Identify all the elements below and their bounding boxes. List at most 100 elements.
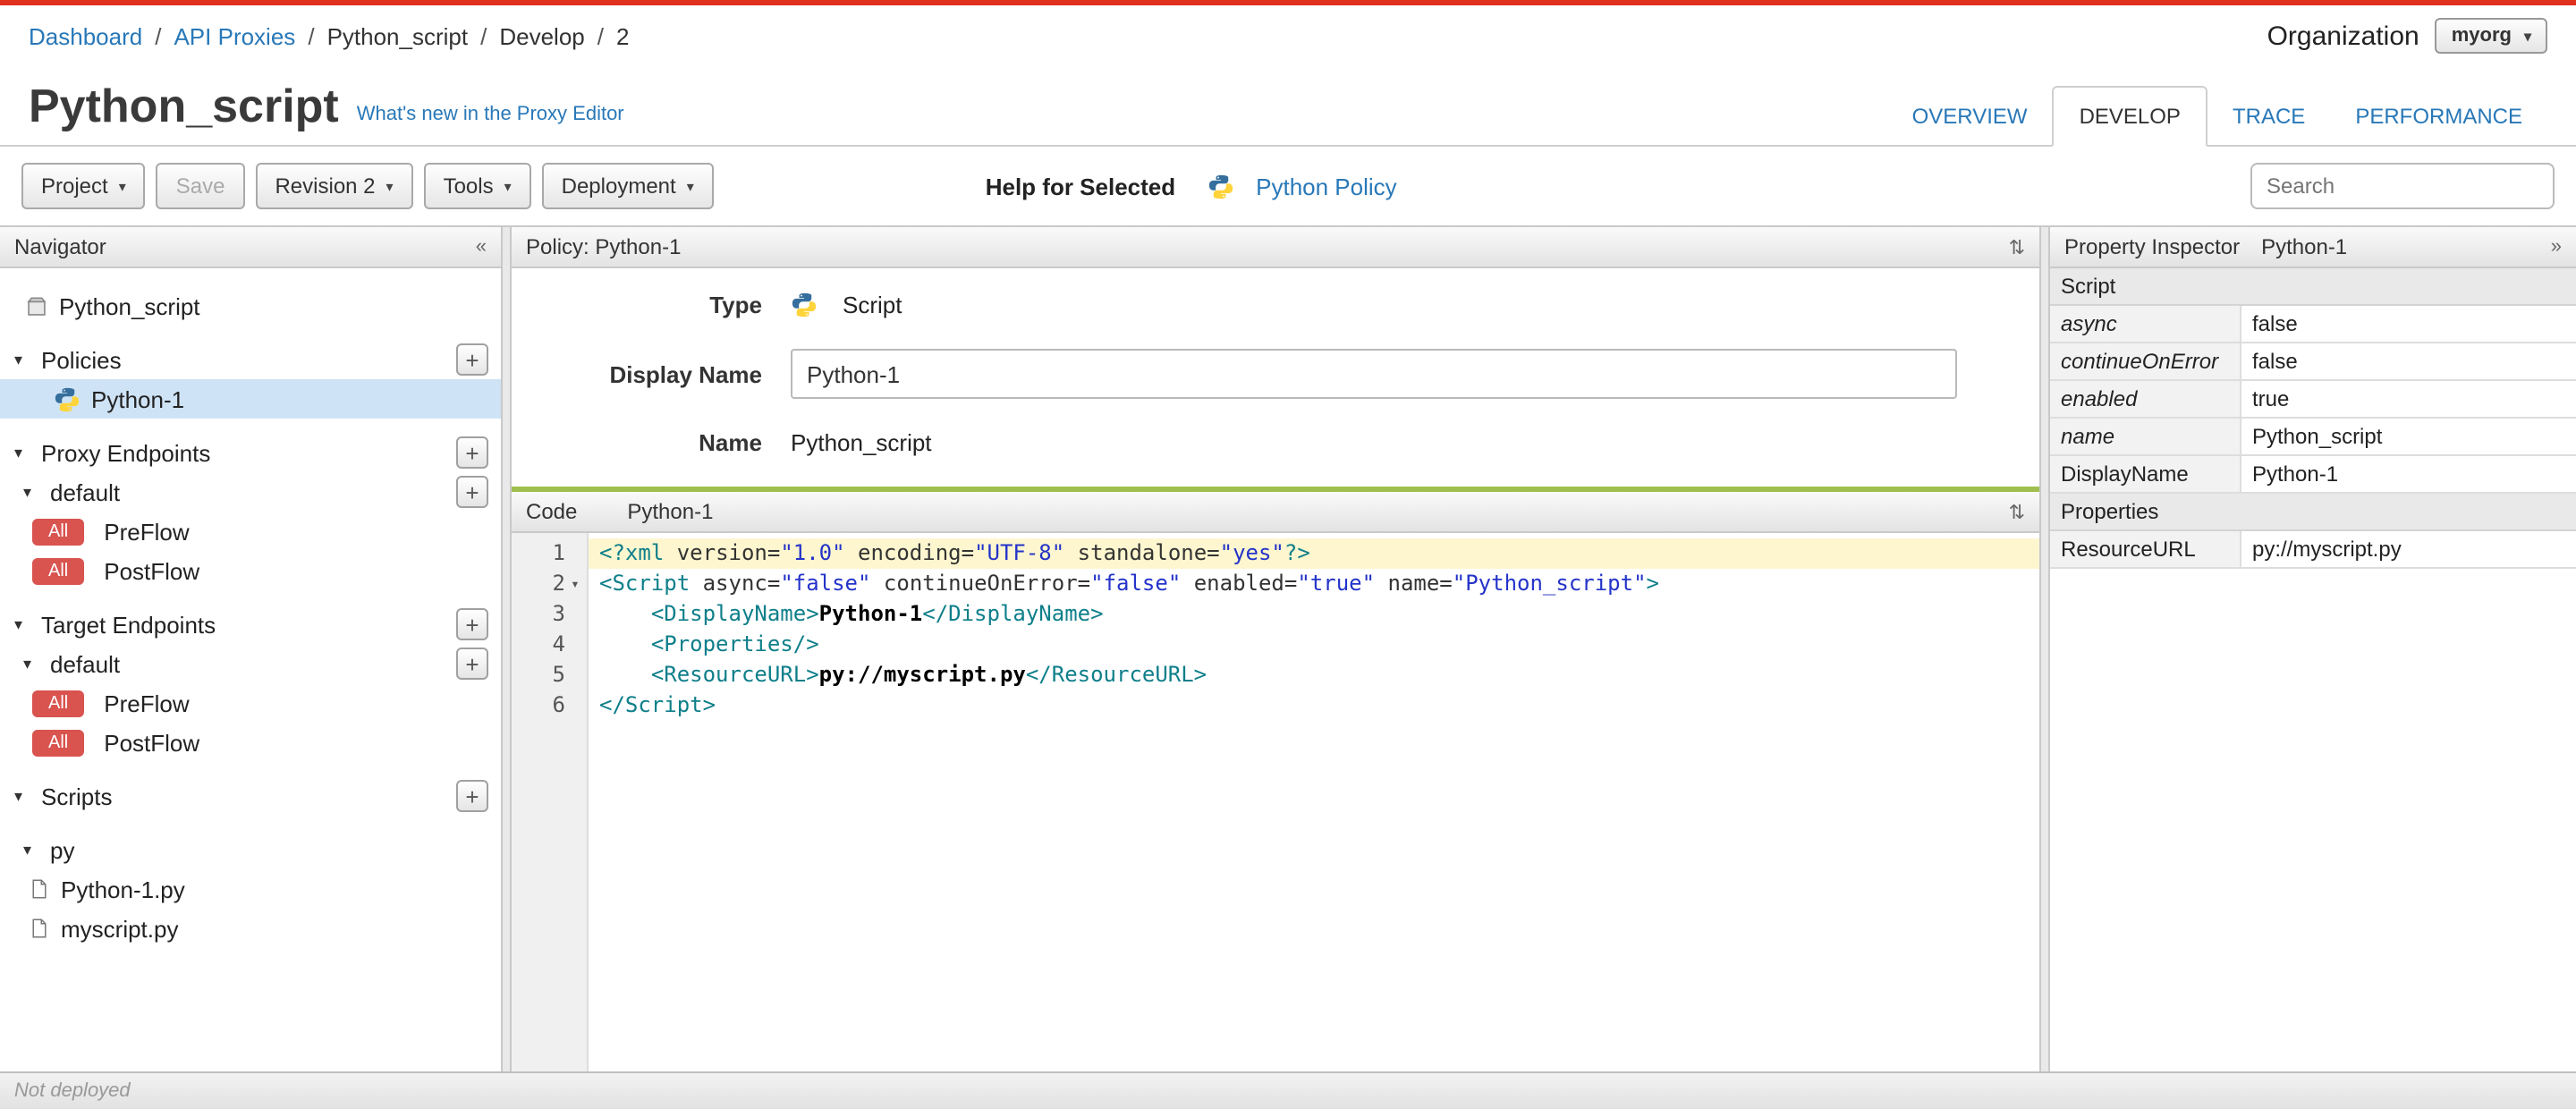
nav-item-postflow[interactable]: All PostFlow bbox=[0, 723, 501, 762]
breadcrumb-item: Develop bbox=[499, 22, 585, 49]
property-value[interactable]: false bbox=[2241, 306, 2576, 342]
code-lines: <?xml version="1.0" encoding="UTF-8" sta… bbox=[589, 533, 2039, 1071]
nav-item-label: PreFlow bbox=[104, 518, 190, 545]
expander-caret-icon[interactable]: ▾ bbox=[14, 443, 32, 462]
inspector-header: Property Inspector Python-1 » bbox=[2050, 227, 2576, 268]
organization-label: Organization bbox=[2267, 21, 2419, 51]
expander-caret-icon[interactable]: ▾ bbox=[23, 840, 41, 859]
expander-caret-icon[interactable]: ▾ bbox=[14, 614, 32, 634]
nav-item-label: PostFlow bbox=[104, 557, 200, 584]
nav-item-postflow[interactable]: All PostFlow bbox=[0, 551, 501, 590]
collapse-right-icon[interactable]: » bbox=[2551, 236, 2562, 258]
nav-item-preflow[interactable]: All PreFlow bbox=[0, 512, 501, 551]
code-gutter: 1 2 ▾ 3 4 5 6 bbox=[512, 533, 589, 1071]
save-button[interactable]: Save bbox=[156, 163, 245, 209]
code-line[interactable]: <Script async="false" continueOnError="f… bbox=[589, 569, 2039, 599]
status-bar: Not deployed bbox=[0, 1071, 2576, 1109]
add-button[interactable]: + bbox=[456, 343, 488, 376]
breadcrumb-item[interactable]: API Proxies bbox=[174, 22, 295, 49]
nav-item-label: Policies bbox=[41, 346, 122, 373]
project-button[interactable]: Project ▾ bbox=[21, 163, 146, 209]
python-icon bbox=[1208, 173, 1234, 199]
flow-condition-badge: All bbox=[32, 729, 85, 756]
add-button[interactable]: + bbox=[456, 648, 488, 680]
code-line[interactable]: <DisplayName>Python-1</DisplayName> bbox=[589, 599, 2039, 630]
organization-box: Organization myorg ▾ bbox=[2267, 18, 2547, 54]
nav-item-python-1[interactable]: Python-1 bbox=[0, 379, 501, 419]
line-number: 6 bbox=[552, 692, 565, 717]
search-input[interactable] bbox=[2250, 163, 2555, 209]
property-value[interactable]: Python_script bbox=[2241, 419, 2576, 454]
policy-editor-pane: Policy: Python-1 ⇅ Type Script Display N… bbox=[512, 227, 2039, 1071]
tab-overview[interactable]: OVERVIEW bbox=[1887, 88, 2053, 145]
inspector-property-row: async false bbox=[2050, 306, 2576, 343]
line-number: 3 bbox=[552, 601, 565, 626]
add-button[interactable]: + bbox=[456, 436, 488, 469]
deployment-status-text: Not deployed bbox=[14, 1080, 131, 1102]
fold-caret-icon[interactable]: ▾ bbox=[565, 569, 585, 599]
inspector-section-row: Properties bbox=[2050, 494, 2576, 531]
line-number: 4 bbox=[552, 631, 565, 656]
nav-item-python-1-py[interactable]: Python-1.py bbox=[0, 869, 501, 909]
nav-item-target-endpoints[interactable]: ▾ Target Endpoints + bbox=[0, 605, 501, 644]
python-policy-link[interactable]: Python Policy bbox=[1208, 173, 1397, 199]
display-name-label: Display Name bbox=[609, 360, 762, 387]
nav-item-python-script[interactable]: Python_script bbox=[0, 286, 501, 326]
nav-item-default[interactable]: ▾ default + bbox=[0, 472, 501, 512]
tab-performance[interactable]: PERFORMANCE bbox=[2330, 88, 2547, 145]
nav-item-proxy-endpoints[interactable]: ▾ Proxy Endpoints + bbox=[0, 433, 501, 472]
splitter-handle[interactable] bbox=[501, 227, 512, 1071]
nav-item-preflow[interactable]: All PreFlow bbox=[0, 683, 501, 723]
property-value[interactable]: Python-1 bbox=[2241, 456, 2576, 492]
nav-item-py[interactable]: ▾ py bbox=[0, 830, 501, 869]
policy-panel-header: Policy: Python-1 ⇅ bbox=[512, 227, 2039, 268]
property-value[interactable]: true bbox=[2241, 381, 2576, 417]
display-name-input[interactable] bbox=[791, 349, 1957, 399]
nav-item-scripts[interactable]: ▾ Scripts + bbox=[0, 776, 501, 816]
property-value[interactable]: py://myscript.py bbox=[2241, 531, 2576, 567]
nav-item-default[interactable]: ▾ default + bbox=[0, 644, 501, 683]
main-area: Navigator « Python_script ▾ Policies + Pytho… bbox=[0, 225, 2576, 1071]
type-value: Script bbox=[791, 292, 902, 318]
expander-caret-icon[interactable]: ▾ bbox=[14, 350, 32, 369]
add-button[interactable]: + bbox=[456, 476, 488, 508]
policy-panel-title: Policy: Python-1 bbox=[526, 234, 682, 259]
whats-new-link[interactable]: What's new in the Proxy Editor bbox=[357, 104, 624, 145]
add-button[interactable]: + bbox=[456, 608, 488, 640]
code-title: Python-1 bbox=[627, 499, 714, 524]
organization-select[interactable]: myorg ▾ bbox=[2435, 18, 2547, 54]
doc-icon bbox=[29, 876, 50, 902]
nav-item-myscript-py[interactable]: myscript.py bbox=[0, 909, 501, 948]
code-line[interactable]: <?xml version="1.0" encoding="UTF-8" sta… bbox=[589, 538, 2039, 569]
line-number: 5 bbox=[552, 662, 565, 687]
name-row: Name Python_script bbox=[512, 429, 2039, 456]
breadcrumb: Dashboard / API Proxies / Python_script / Deve… bbox=[29, 22, 629, 49]
navigator-tree: Python_script ▾ Policies + Python-1 ▾ Proxy En… bbox=[0, 268, 501, 1071]
tab-trace[interactable]: TRACE bbox=[2207, 88, 2330, 145]
add-button[interactable]: + bbox=[456, 780, 488, 812]
breadcrumb-item[interactable]: Dashboard bbox=[29, 22, 142, 49]
expander-caret-icon[interactable]: ▾ bbox=[23, 654, 41, 673]
code-editor[interactable]: 1 2 ▾ 3 4 5 6 <?xml version="1.0" encoding="UT… bbox=[512, 533, 2039, 1071]
code-line[interactable]: <ResourceURL>py://myscript.py</ResourceU… bbox=[589, 660, 2039, 690]
code-line[interactable]: </Script> bbox=[589, 690, 2039, 721]
navigator-pane: Navigator « Python_script ▾ Policies + Pytho… bbox=[0, 227, 501, 1071]
expander-caret-icon[interactable]: ▾ bbox=[14, 786, 32, 806]
collapse-vertical-icon[interactable]: ⇅ bbox=[2009, 235, 2025, 258]
tools-button[interactable]: Tools ▾ bbox=[423, 163, 531, 209]
nav-item-label: Proxy Endpoints bbox=[41, 439, 211, 466]
property-value[interactable]: false bbox=[2241, 343, 2576, 379]
tab-develop[interactable]: DEVELOP bbox=[2052, 86, 2207, 147]
collapse-left-icon[interactable]: « bbox=[476, 236, 487, 258]
splitter-handle[interactable] bbox=[2039, 227, 2050, 1071]
deployment-button[interactable]: Deployment ▾ bbox=[541, 163, 714, 209]
code-line[interactable]: <Properties/> bbox=[589, 630, 2039, 660]
nav-item-label: Python_script bbox=[59, 292, 200, 319]
expander-caret-icon[interactable]: ▾ bbox=[23, 482, 41, 502]
breadcrumb-bar: Dashboard / API Proxies / Python_script / Deve… bbox=[0, 5, 2576, 61]
revision-button[interactable]: Revision 2 ▾ bbox=[255, 163, 413, 209]
nav-item-label: PostFlow bbox=[104, 729, 200, 756]
property-name: enabled bbox=[2050, 381, 2241, 417]
collapse-vertical-icon[interactable]: ⇅ bbox=[2009, 500, 2025, 523]
nav-item-policies[interactable]: ▾ Policies + bbox=[0, 340, 501, 379]
